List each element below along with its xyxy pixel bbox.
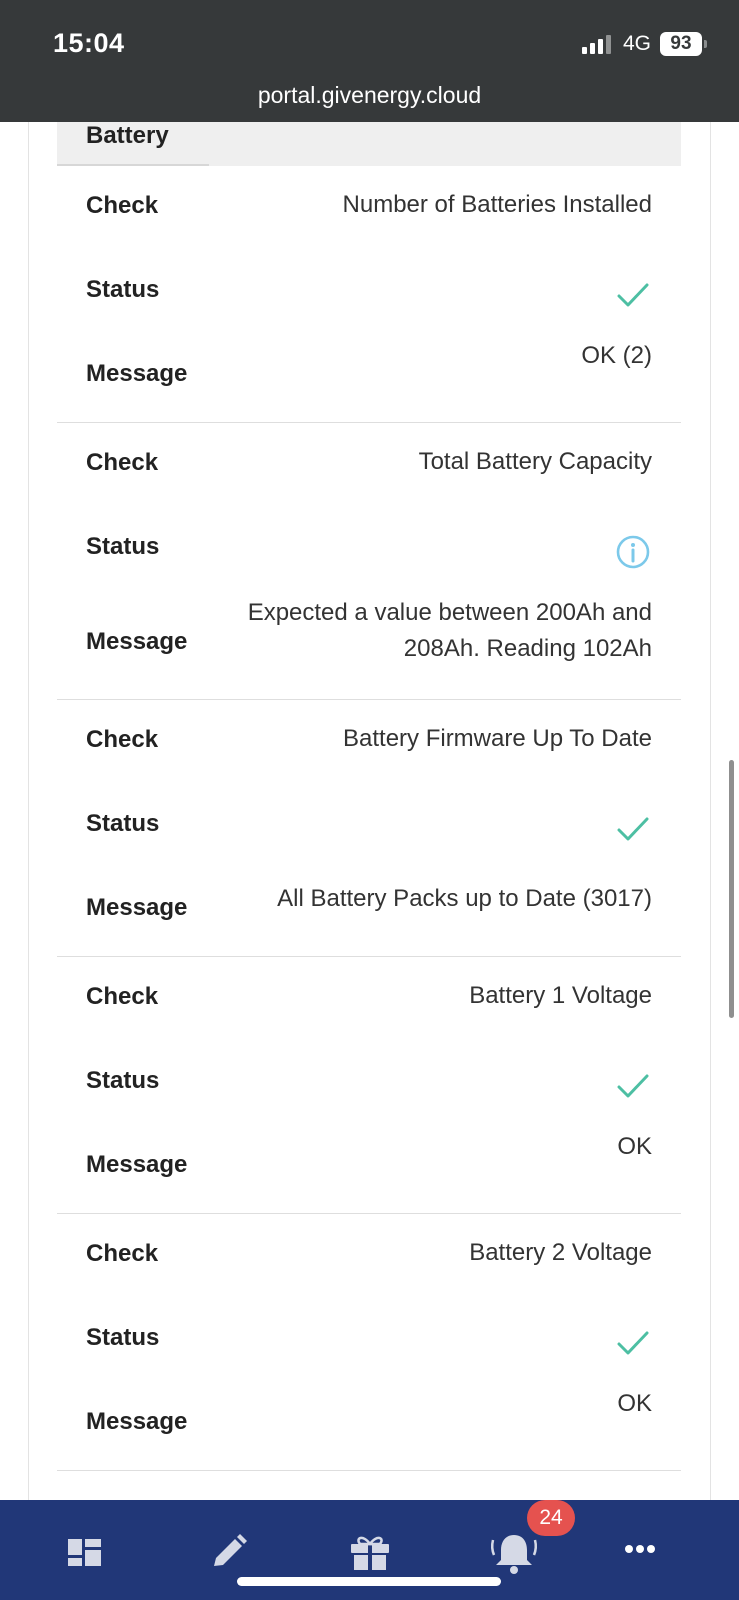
status-bar: 15:04 4G 93 portal.givenergy.cloud — [0, 0, 739, 122]
checkmark-icon — [617, 283, 649, 307]
status-label: Status — [86, 276, 160, 303]
check-value: Total Battery Capacity — [418, 448, 652, 475]
info-icon — [616, 535, 650, 569]
section-title: Battery — [86, 122, 169, 149]
bell-icon[interactable] — [489, 1530, 539, 1576]
message-value: All Battery Packs up to Date (3017) — [277, 885, 652, 912]
battery-nub — [704, 40, 707, 48]
message-label: Message — [86, 628, 188, 655]
dashboard-icon[interactable] — [60, 1530, 110, 1576]
check-group: Check Battery 1 Voltage Status Message O… — [57, 957, 681, 1214]
check-value: Number of Batteries Installed — [342, 191, 652, 218]
checkmark-icon — [617, 1074, 649, 1098]
address-bar[interactable]: portal.givenergy.cloud — [0, 82, 739, 109]
check-value: Battery 1 Voltage — [469, 982, 652, 1009]
message-value: OK — [617, 1390, 652, 1417]
message-label: Message — [86, 360, 188, 387]
message-value: OK — [617, 1133, 652, 1160]
check-group: Check Battery 2 Voltage Status Message O… — [57, 1214, 681, 1471]
check-label: Check — [86, 1240, 159, 1267]
status-label: Status — [86, 1067, 160, 1094]
message-value: OK (2) — [581, 342, 652, 369]
check-group: Check Battery Firmware Up To Date Status… — [57, 700, 681, 957]
check-label: Check — [86, 726, 159, 753]
check-label: Check — [86, 192, 159, 219]
notification-badge: 24 — [527, 1500, 575, 1536]
network-type: 4G — [623, 32, 652, 55]
message-label: Message — [86, 894, 188, 921]
edit-icon[interactable] — [203, 1530, 253, 1576]
signal-icon — [582, 34, 612, 54]
check-group: Check Number of Batteries Installed Stat… — [57, 166, 681, 423]
clock: 15:04 — [53, 28, 125, 58]
check-value: Battery 2 Voltage — [469, 1239, 652, 1266]
home-indicator[interactable] — [237, 1577, 501, 1586]
battery-icon: 93 — [660, 32, 702, 56]
checkmark-icon — [617, 1331, 649, 1355]
status-label: Status — [86, 1324, 160, 1351]
message-value: Expected a value between 200Ah and 208Ah… — [247, 599, 652, 662]
status-label: Status — [86, 533, 160, 560]
scrollbar[interactable] — [729, 760, 734, 1018]
message-label: Message — [86, 1151, 188, 1178]
check-group: Check Total Battery Capacity Status Mess… — [57, 423, 681, 700]
gift-icon[interactable] — [345, 1530, 395, 1576]
more-icon[interactable] — [615, 1530, 665, 1576]
message-label: Message — [86, 1408, 188, 1435]
checkmark-icon — [617, 817, 649, 841]
check-label: Check — [86, 449, 159, 476]
status-label: Status — [86, 810, 160, 837]
check-value: Battery Firmware Up To Date — [343, 725, 652, 752]
check-label: Check — [86, 983, 159, 1010]
